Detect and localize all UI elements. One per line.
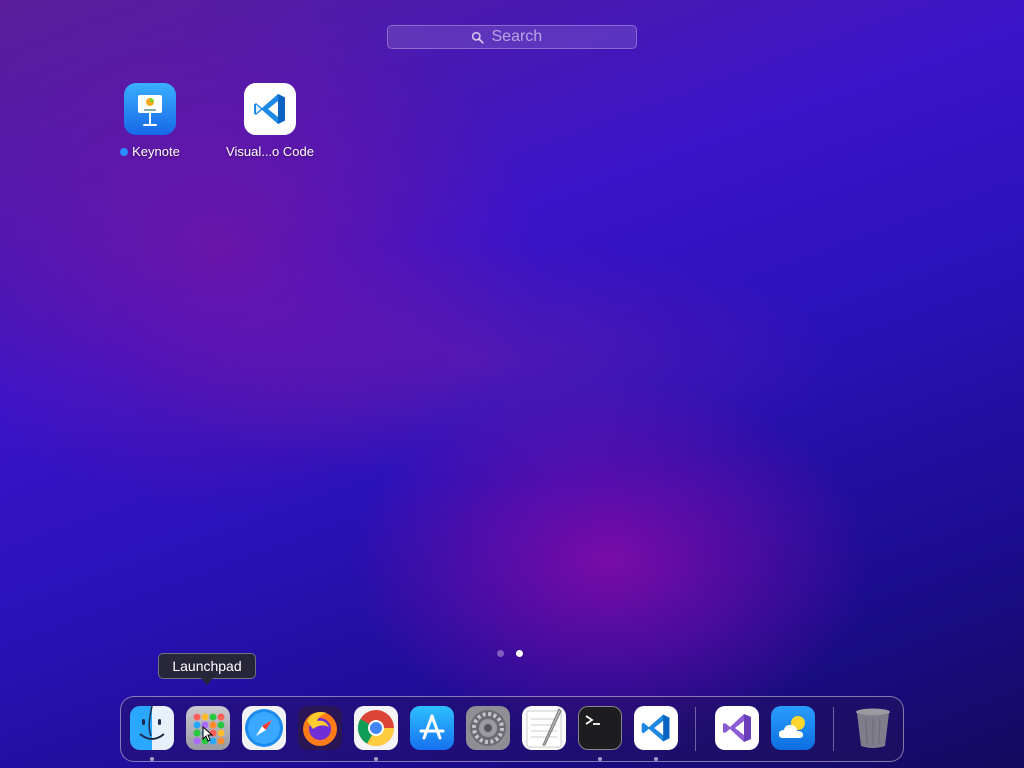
textedit-icon [526, 708, 562, 748]
system-preferences-icon [470, 710, 506, 746]
running-indicator [654, 757, 658, 761]
firefox-icon [303, 712, 337, 746]
dock-item-launchpad[interactable] [186, 706, 230, 750]
dock-item-textedit[interactable] [522, 706, 566, 750]
keynote-icon [124, 83, 176, 135]
dock-item-visual-studio[interactable] [715, 706, 759, 750]
dock-item-system-preferences[interactable] [466, 706, 510, 750]
page-dot[interactable] [497, 650, 504, 657]
trash-icon [856, 708, 890, 748]
search-field[interactable] [387, 25, 637, 49]
new-app-indicator [120, 147, 129, 156]
search-icon [471, 31, 484, 44]
dock-item-terminal[interactable] [578, 706, 622, 750]
dock-item-finder[interactable] [130, 706, 174, 750]
dock-item-chrome[interactable] [354, 706, 398, 750]
dock-item-firefox[interactable] [298, 706, 342, 750]
vscode-icon [641, 714, 670, 742]
page-indicator [497, 650, 523, 657]
visual-studio-icon [723, 714, 751, 742]
dock-item-trash[interactable] [851, 706, 895, 750]
app-label: Visual...o Code [226, 144, 314, 159]
weather-icon [779, 716, 805, 738]
search-input[interactable] [489, 27, 554, 47]
dock-item-safari[interactable] [242, 706, 286, 750]
dock-separator [695, 707, 696, 751]
page-dot-active[interactable] [516, 650, 523, 657]
tooltip-label: Launchpad [172, 658, 242, 674]
dock [120, 696, 904, 762]
running-indicator [598, 757, 602, 761]
safari-icon [245, 709, 283, 747]
dock-separator [833, 707, 834, 751]
terminal-icon [585, 715, 600, 725]
chrome-icon [357, 710, 394, 747]
app-visual-studio-code[interactable]: Visual...o Code [210, 83, 330, 159]
app-store-icon [419, 714, 445, 740]
launchpad-icon [193, 713, 225, 745]
running-indicator [150, 757, 154, 761]
app-label: Keynote [132, 144, 180, 159]
dock-item-weather[interactable] [771, 706, 815, 750]
vscode-icon [244, 83, 296, 135]
dock-item-app-store[interactable] [410, 706, 454, 750]
dock-tooltip: Launchpad [158, 653, 256, 685]
app-keynote[interactable]: Keynote [90, 83, 210, 159]
running-indicator [374, 757, 378, 761]
finder-icon [139, 706, 165, 740]
dock-item-visual-studio-code[interactable] [634, 706, 678, 750]
